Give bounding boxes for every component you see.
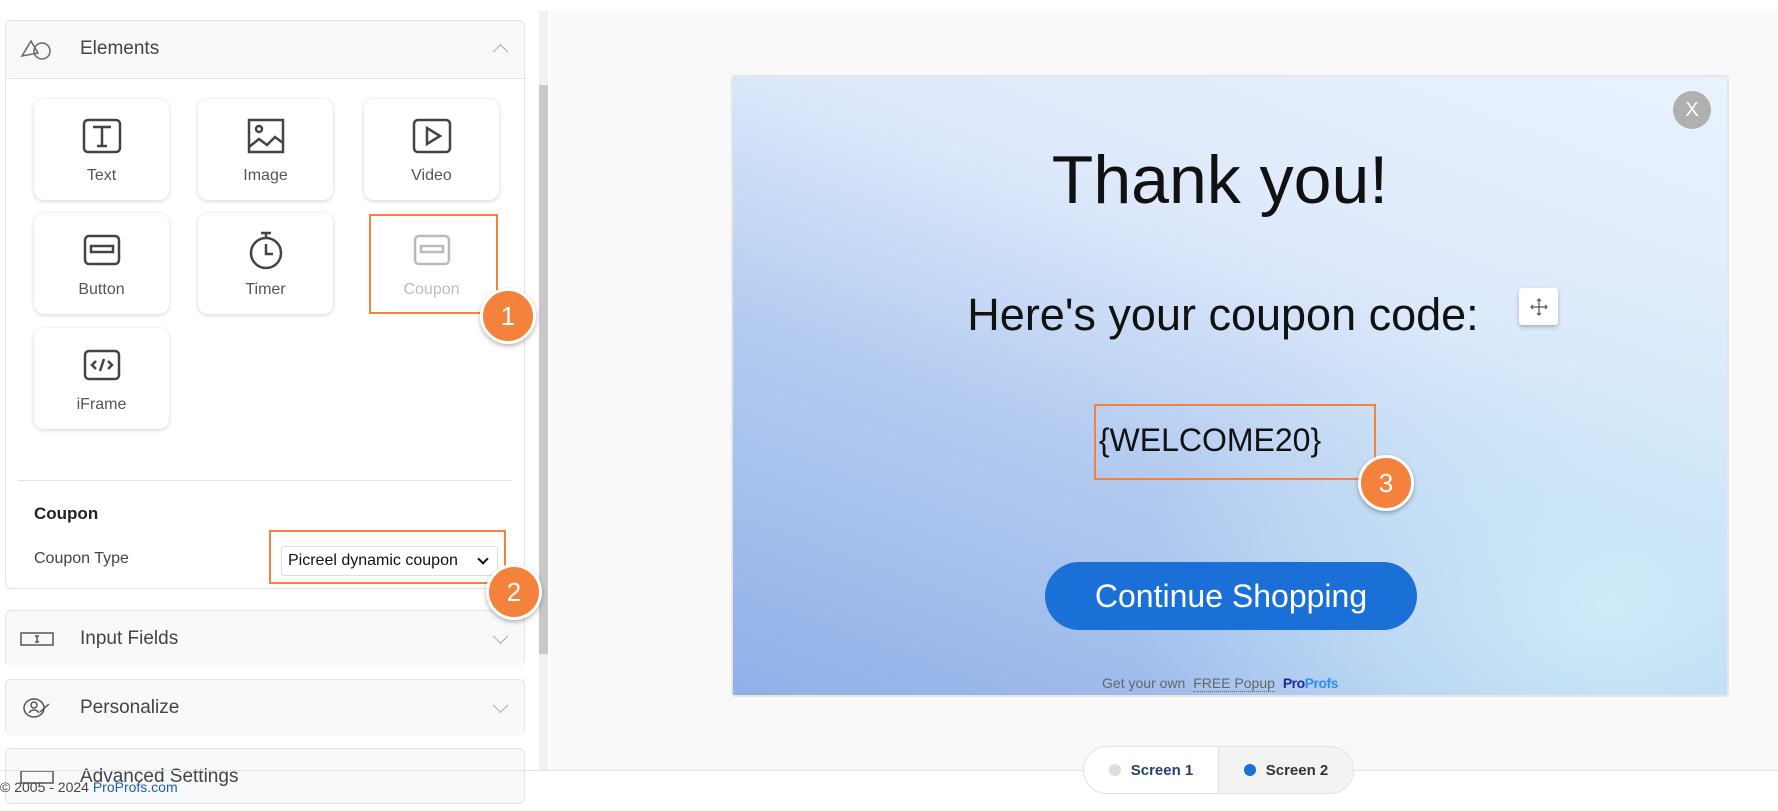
cta-label: Continue Shopping xyxy=(1094,577,1368,614)
panel-title: Personalize xyxy=(80,697,180,718)
tile-label: Timer xyxy=(245,280,286,298)
button-icon xyxy=(83,234,120,265)
proprofs-link[interactable]: ProProfs.com xyxy=(93,779,178,795)
annotation-badge-2: 2 xyxy=(486,564,542,620)
move-handle[interactable] xyxy=(1519,288,1558,325)
timer-icon xyxy=(249,231,282,269)
advanced-settings-panel[interactable]: Advanced Settings xyxy=(5,748,525,804)
sidebar-scrollbar-thumb[interactable] xyxy=(539,85,548,654)
elements-panel-header[interactable]: Elements xyxy=(6,21,524,77)
highlight-coupon-type xyxy=(269,530,506,584)
chevron-up-icon[interactable] xyxy=(492,43,509,60)
highlight-coupon-tile xyxy=(369,214,498,314)
copyright-text: © 2005 - 2024 xyxy=(0,779,89,795)
input-fields-panel[interactable]: Input Fields xyxy=(5,610,525,667)
image-icon xyxy=(247,118,284,153)
tile-label: iFrame xyxy=(76,395,127,413)
tab-screen-1[interactable]: Screen 1 xyxy=(1084,747,1218,793)
tile-timer[interactable]: Timer xyxy=(198,213,333,314)
footer-divider xyxy=(0,770,1778,771)
proprofs-logo[interactable]: ProProfs xyxy=(1283,675,1339,691)
divider xyxy=(18,480,512,481)
annotation-badge-3: 3 xyxy=(1358,455,1414,511)
tile-iframe[interactable]: iFrame xyxy=(34,328,169,429)
free-popup-link[interactable]: FREE Popup xyxy=(1193,675,1275,692)
tile-video[interactable]: Video xyxy=(364,99,499,200)
popup-branding: Get your own FREE Popup ProProfs xyxy=(733,675,1727,692)
annotation-badge-1: 1 xyxy=(480,288,536,344)
chevron-down-icon[interactable] xyxy=(492,697,509,714)
tile-label: Text xyxy=(86,166,117,184)
coupon-section-title: Coupon xyxy=(34,504,99,523)
input-field-icon xyxy=(20,631,54,647)
divider xyxy=(6,78,524,79)
tile-image[interactable]: Image xyxy=(198,99,333,200)
move-icon xyxy=(1529,297,1548,316)
tab-label: Screen 2 xyxy=(1265,761,1329,779)
popup-heading[interactable]: Thank you! xyxy=(733,141,1727,219)
screen-tabs: Screen 1 Screen 2 xyxy=(1083,746,1354,794)
panel-title: Input Fields xyxy=(80,628,179,649)
active-dot-icon xyxy=(1243,764,1256,776)
text-icon xyxy=(82,118,121,153)
elements-panel-title: Elements xyxy=(80,38,160,59)
iframe-icon xyxy=(83,349,120,380)
tile-label: Video xyxy=(411,166,452,184)
chevron-down-icon[interactable] xyxy=(492,628,509,645)
continue-shopping-button[interactable]: Continue Shopping xyxy=(1045,562,1417,630)
video-icon xyxy=(412,118,451,153)
personalize-panel[interactable]: Personalize xyxy=(5,679,525,736)
branding-prefix: Get your own xyxy=(1102,675,1186,691)
close-button[interactable]: X xyxy=(1673,91,1711,129)
tile-button[interactable]: Button xyxy=(34,213,169,314)
tab-screen-2[interactable]: Screen 2 xyxy=(1218,747,1353,793)
shapes-icon xyxy=(20,37,54,61)
tile-text[interactable]: Text xyxy=(34,99,169,200)
popup-preview: X Thank you! Here's your coupon code: {W… xyxy=(731,75,1729,697)
tile-label: Image xyxy=(243,166,288,184)
highlight-coupon-code xyxy=(1094,404,1376,480)
coupon-type-label: Coupon Type xyxy=(34,550,129,567)
tab-label: Screen 1 xyxy=(1130,761,1194,779)
tile-label: Button xyxy=(78,280,125,298)
footer: © 2005 - 2024 ProProfs.com xyxy=(0,779,178,795)
close-label: X xyxy=(1685,98,1699,121)
popup-subheading[interactable]: Here's your coupon code: xyxy=(733,289,1727,341)
inactive-dot-icon xyxy=(1108,764,1121,776)
personalize-icon xyxy=(20,696,54,720)
